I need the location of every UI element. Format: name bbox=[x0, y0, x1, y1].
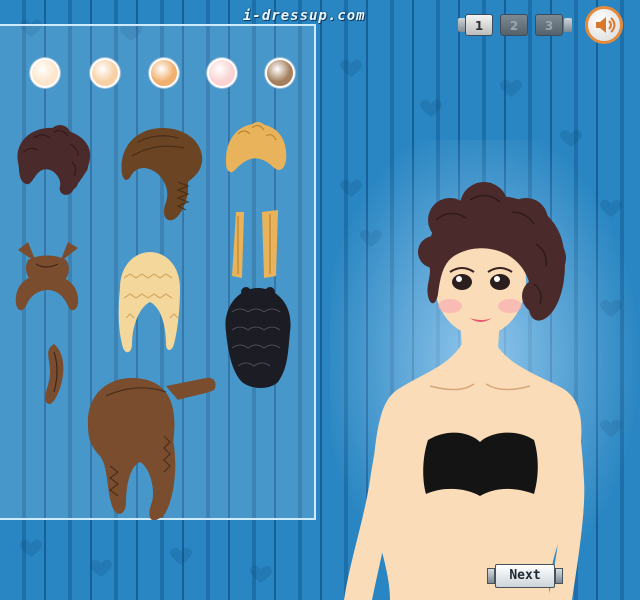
speaker-icon bbox=[596, 17, 616, 33]
next-button-left-cap bbox=[487, 568, 495, 584]
game-stage: i-dressup.com 1 2 3 Next bbox=[0, 0, 640, 600]
skin-tone-swatch-2[interactable] bbox=[90, 58, 120, 88]
heart-pattern-icon bbox=[250, 566, 272, 583]
heart-pattern-icon bbox=[170, 548, 192, 565]
heart-pattern-icon bbox=[420, 100, 442, 117]
model-bandeau-top bbox=[423, 432, 538, 496]
pager-right-cap bbox=[564, 18, 572, 32]
skin-tone-swatch-1[interactable] bbox=[30, 58, 60, 88]
hairstyle-side-fishtail[interactable] bbox=[118, 122, 208, 222]
next-button-right-cap bbox=[555, 568, 563, 584]
heart-pattern-icon bbox=[20, 540, 42, 557]
hairstyle-crimped-blonde[interactable] bbox=[114, 248, 184, 362]
skin-tone-swatch-5[interactable] bbox=[265, 58, 295, 88]
page-button-2[interactable]: 2 bbox=[500, 14, 528, 36]
heart-pattern-icon bbox=[500, 80, 522, 97]
hairstyle-long-braids[interactable] bbox=[86, 366, 220, 526]
hairstyle-braided-bun[interactable] bbox=[218, 282, 298, 392]
hairstyle-curly-updo[interactable] bbox=[12, 122, 96, 198]
page-button-3[interactable]: 3 bbox=[535, 14, 563, 36]
hairstyle-bow-ponytail[interactable] bbox=[10, 240, 86, 410]
dressup-model bbox=[330, 140, 640, 600]
heart-pattern-icon bbox=[90, 560, 112, 577]
skin-tone-swatch-4[interactable] bbox=[207, 58, 237, 88]
skin-tone-swatch-3[interactable] bbox=[149, 58, 179, 88]
hairstyle-blonde-twist[interactable] bbox=[222, 120, 292, 280]
page-button-1[interactable]: 1 bbox=[465, 14, 493, 36]
heart-pattern-icon bbox=[340, 60, 362, 77]
sound-toggle-button[interactable] bbox=[585, 6, 623, 44]
hair-selection-panel bbox=[0, 24, 316, 521]
site-logo: i-dressup.com bbox=[243, 8, 366, 24]
next-button[interactable]: Next bbox=[495, 564, 555, 588]
next-button-wrap: Next bbox=[487, 564, 563, 588]
